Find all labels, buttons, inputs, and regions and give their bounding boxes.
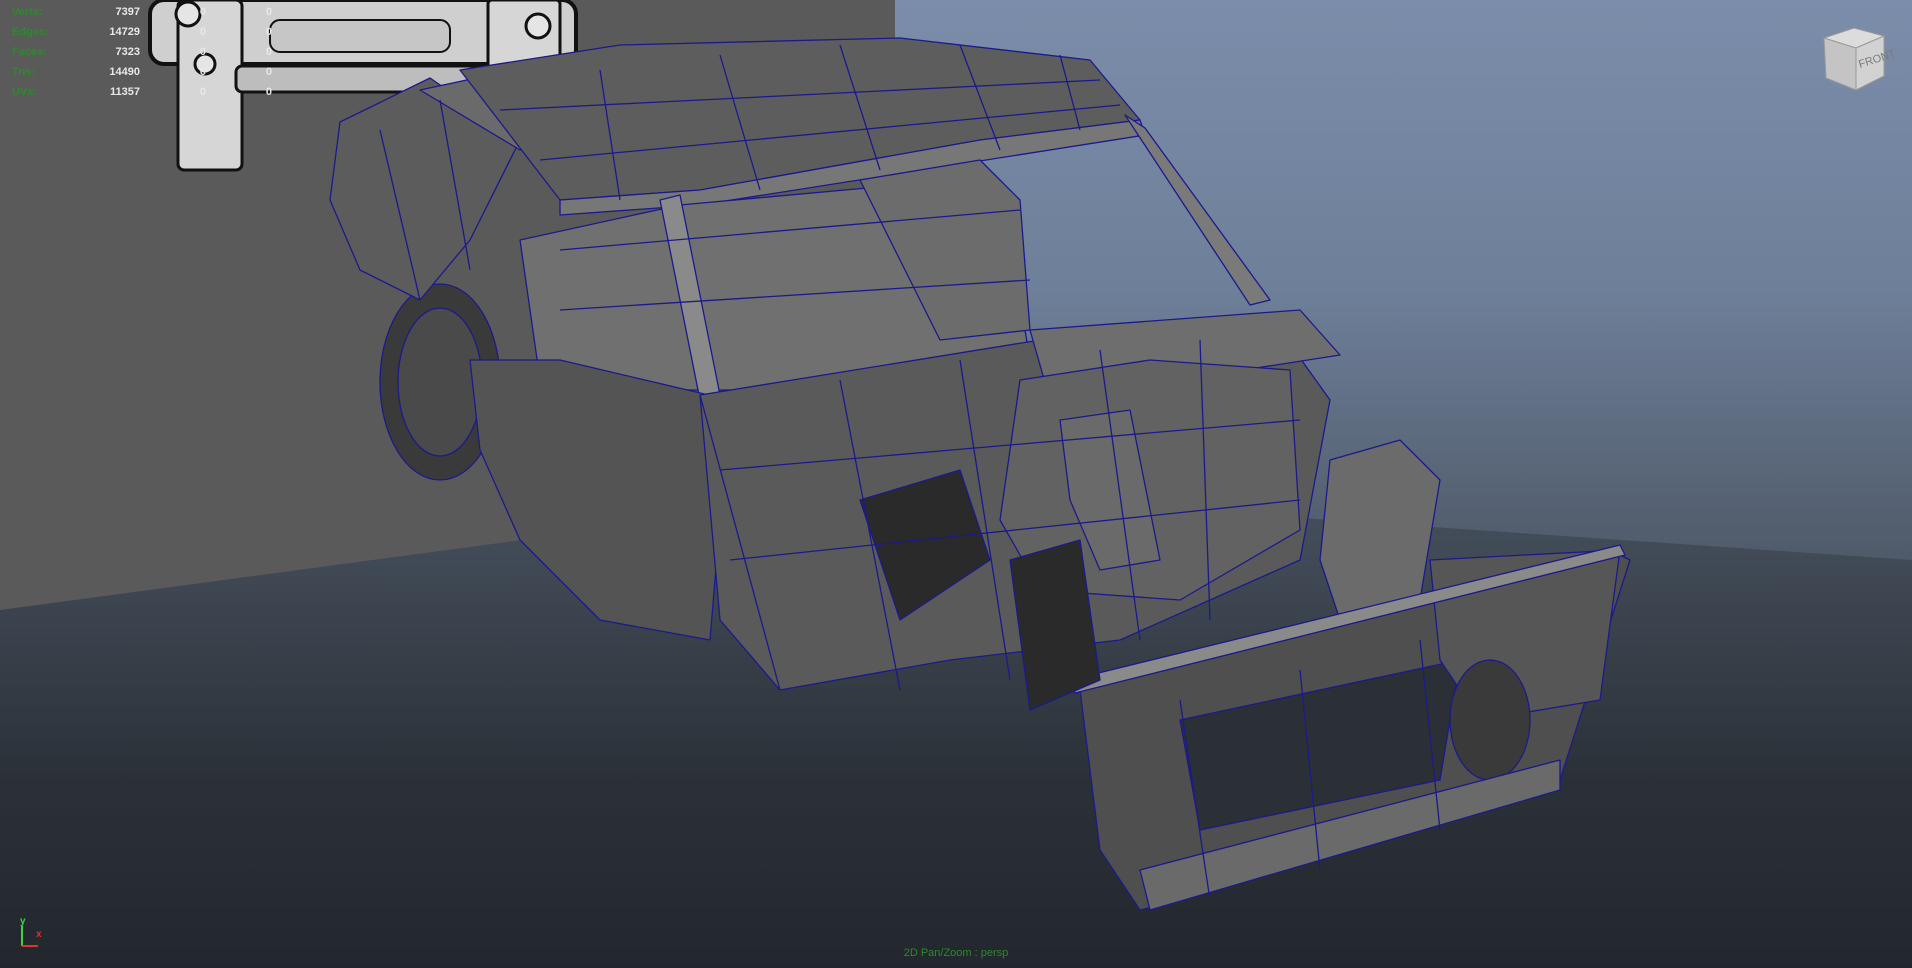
hud-selected: 0 [199, 46, 206, 58]
scene-canvas[interactable] [0, 0, 1912, 968]
axis-y-label: y [20, 916, 26, 927]
hud-row-uvs: UVs: 11357 0 0 [12, 82, 272, 102]
front-wheel [1449, 659, 1531, 781]
hud-row-faces: Faces: 7323 0 0 [12, 42, 272, 62]
hud-selected: 0 [199, 66, 206, 78]
hud-value: 14729 [109, 26, 140, 38]
axis-gizmo: y x [14, 916, 48, 950]
hud-selected: 0 [199, 86, 206, 98]
view-cube-icon[interactable]: FRONT [1818, 22, 1897, 94]
hud-label: Edges: [12, 26, 49, 38]
hud-uv: 0 [265, 66, 272, 78]
hud-selected: 0 [199, 6, 206, 18]
hud-uv: 0 [265, 86, 272, 98]
hud-label: Tris: [12, 66, 36, 78]
3d-viewport[interactable]: Verts: 7397 0 0 Edges: 14729 0 0 Faces: … [0, 0, 1912, 968]
hud-value: 7397 [115, 6, 140, 18]
poly-count-hud: Verts: 7397 0 0 Edges: 14729 0 0 Faces: … [12, 2, 272, 102]
hud-row-tris: Tris: 14490 0 0 [12, 62, 272, 82]
camera-name-label: 2D Pan/Zoom : persp [903, 947, 1009, 959]
hud-label: Faces: [12, 46, 47, 58]
axis-x-label: x [36, 929, 42, 940]
hud-value: 11357 [110, 86, 140, 98]
hud-row-verts: Verts: 7397 0 0 [12, 2, 272, 22]
hud-label: UVs: [12, 86, 38, 98]
view-cube[interactable]: FRONT [1818, 22, 1897, 94]
hud-row-edges: Edges: 14729 0 0 [12, 22, 272, 42]
hud-selected: 0 [199, 26, 206, 38]
hud-uv: 0 [265, 46, 272, 58]
hud-uv: 0 [265, 26, 272, 38]
hud-value: 14490 [109, 66, 140, 78]
hud-value: 7323 [115, 46, 140, 58]
hud-uv: 0 [265, 6, 272, 18]
hud-label: Verts: [12, 6, 43, 18]
